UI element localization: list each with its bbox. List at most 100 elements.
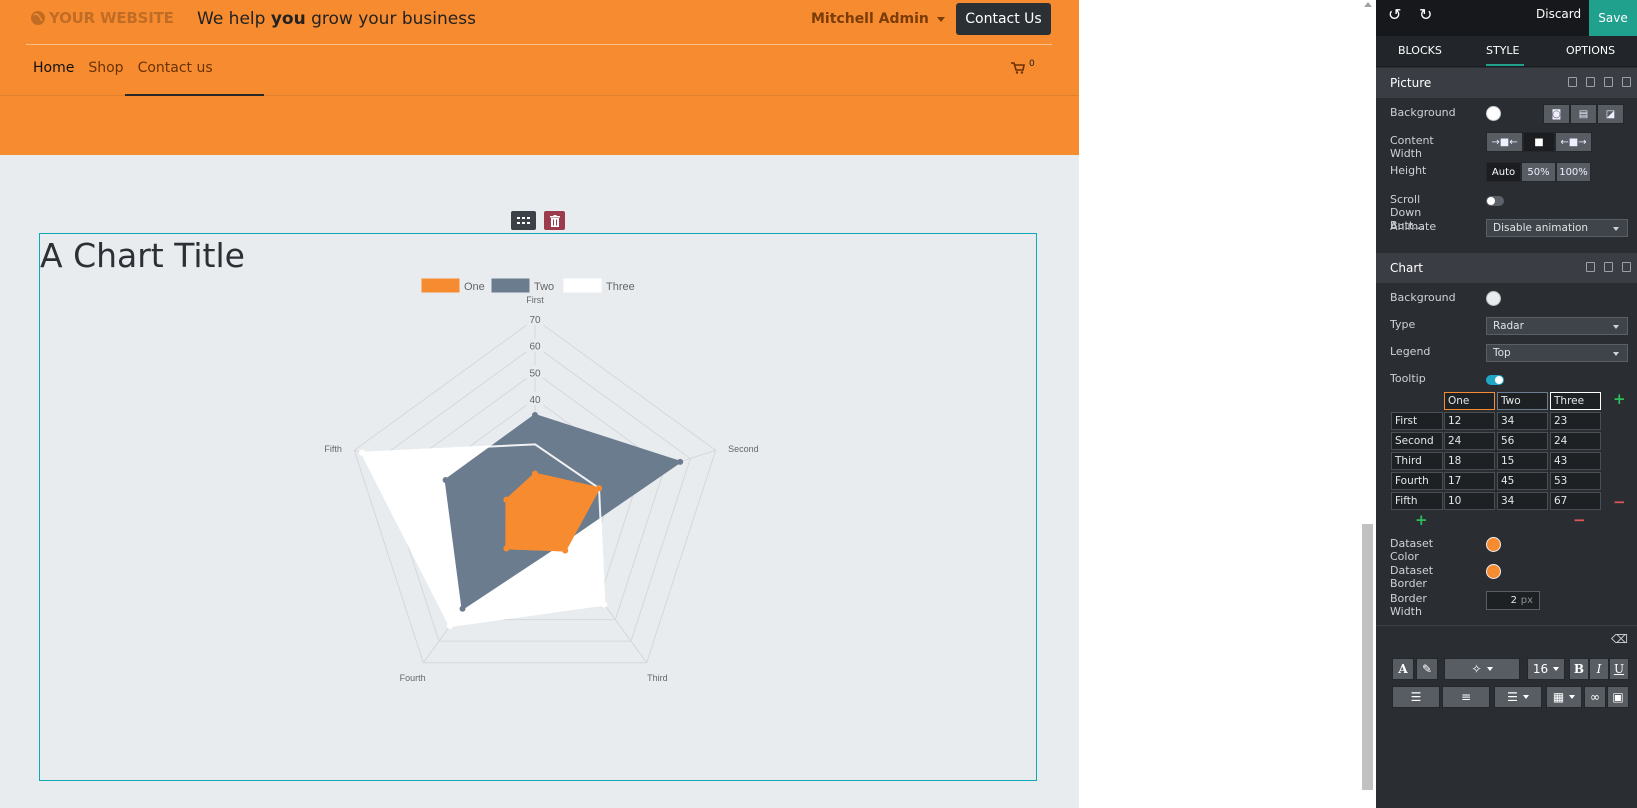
- save-button[interactable]: Save: [1589, 0, 1637, 36]
- bold-button[interactable]: B: [1569, 658, 1589, 680]
- table-cell[interactable]: 17: [1444, 472, 1495, 490]
- narrow-width-button[interactable]: →■←: [1486, 132, 1523, 152]
- table-cell[interactable]: 53: [1550, 472, 1601, 490]
- film-icon[interactable]: ▤: [1570, 104, 1597, 124]
- nav-shop[interactable]: Shop: [81, 60, 130, 76]
- site-logo[interactable]: YOUR WEBSITE: [30, 9, 174, 27]
- radar-category-label: Fourth: [400, 673, 426, 683]
- save-icon[interactable]: [1586, 77, 1595, 87]
- table-row-label[interactable]: Fourth: [1391, 472, 1443, 490]
- camera-icon[interactable]: ◙: [1543, 104, 1570, 124]
- animate-select[interactable]: Disable animation: [1486, 219, 1628, 237]
- table-row-label[interactable]: First: [1391, 412, 1443, 430]
- table-icon[interactable]: ▦: [1546, 686, 1582, 708]
- legend-select[interactable]: Top: [1486, 344, 1628, 362]
- border-width-value: 2: [1510, 595, 1517, 606]
- website-canvas: YOUR WEBSITE We help you grow your busin…: [0, 0, 1079, 808]
- height-50-button[interactable]: 50%: [1521, 162, 1556, 182]
- chart-snippet[interactable]: A Chart Title 40 50 60 70 First Second Third Fo…: [39, 233, 1037, 781]
- table-cell[interactable]: 23: [1550, 412, 1601, 430]
- border-width-input[interactable]: 2 px: [1486, 591, 1540, 610]
- legend-label: Three: [606, 281, 635, 293]
- dataset-border-picker[interactable]: [1486, 564, 1501, 579]
- dataset-color-picker[interactable]: [1486, 537, 1501, 552]
- grip-icon[interactable]: [511, 211, 536, 230]
- tab-options[interactable]: OPTIONS: [1566, 44, 1615, 57]
- contact-us-button[interactable]: Contact Us: [956, 3, 1051, 35]
- chart-background-color-picker[interactable]: [1486, 291, 1501, 306]
- list-icon[interactable]: ☰: [1392, 686, 1440, 708]
- save-icon[interactable]: [1586, 262, 1595, 272]
- tab-active-indicator: [1486, 64, 1524, 66]
- add-row-button[interactable]: +: [1415, 511, 1428, 529]
- table-row-label[interactable]: Second: [1391, 432, 1443, 450]
- height-100-button[interactable]: 100%: [1556, 162, 1591, 182]
- underline-button[interactable]: U: [1609, 658, 1629, 680]
- tab-blocks[interactable]: BLOCKS: [1398, 44, 1442, 57]
- background-type-group: ◙ ▤ ◪: [1543, 104, 1624, 124]
- radar-point: [596, 485, 603, 492]
- height-auto-button[interactable]: Auto: [1486, 162, 1521, 182]
- remove-column-button[interactable]: −: [1573, 511, 1586, 529]
- link-icon[interactable]: [1568, 77, 1577, 87]
- nav-home[interactable]: Home: [26, 60, 81, 76]
- normal-width-button[interactable]: ■: [1523, 132, 1555, 152]
- table-cell[interactable]: 67: [1550, 492, 1601, 510]
- table-cell[interactable]: 43: [1550, 452, 1601, 470]
- italic-button[interactable]: I: [1589, 658, 1609, 680]
- globe-icon: [31, 11, 45, 25]
- tooltip-toggle[interactable]: [1486, 375, 1504, 385]
- user-menu[interactable]: Mitchell Admin: [811, 11, 945, 27]
- table-cell[interactable]: 12: [1444, 412, 1495, 430]
- image-icon[interactable]: ◪: [1597, 104, 1624, 124]
- trash-icon[interactable]: [544, 211, 565, 230]
- tab-style[interactable]: STYLE: [1486, 44, 1520, 57]
- trash-icon[interactable]: [1622, 262, 1631, 272]
- radar-point: [677, 458, 684, 465]
- table-row-label[interactable]: Third: [1391, 452, 1443, 470]
- table-header-cell[interactable]: One: [1444, 392, 1495, 410]
- numbered-list-icon[interactable]: ≡: [1442, 686, 1490, 708]
- type-select[interactable]: Radar: [1486, 317, 1628, 335]
- scroll-up-icon[interactable]: [1364, 2, 1372, 7]
- remove-row-button[interactable]: −: [1613, 493, 1626, 511]
- radar-point: [503, 496, 510, 503]
- scroll-thumb[interactable]: [1362, 524, 1373, 790]
- picture-background-color-picker[interactable]: [1486, 106, 1501, 121]
- page-scrollbar[interactable]: [1360, 0, 1376, 808]
- discard-button[interactable]: Discard: [1536, 7, 1581, 21]
- chart-background-label: Background: [1390, 291, 1456, 304]
- table-cell[interactable]: 34: [1497, 492, 1548, 510]
- table-header-cell[interactable]: Three: [1550, 392, 1601, 410]
- font-size-select[interactable]: 16: [1527, 658, 1565, 680]
- table-cell[interactable]: 34: [1497, 412, 1548, 430]
- table-cell[interactable]: 15: [1497, 452, 1548, 470]
- table-cell[interactable]: 24: [1444, 432, 1495, 450]
- cart-link[interactable]: 0: [1011, 59, 1035, 74]
- content-width-group: →■← ■ ←■→: [1486, 132, 1592, 152]
- copy-icon[interactable]: [1604, 262, 1613, 272]
- copy-icon[interactable]: [1604, 77, 1613, 87]
- nav-contact-us[interactable]: Contact us: [131, 60, 220, 76]
- scroll-down-toggle[interactable]: [1486, 196, 1504, 206]
- image-icon[interactable]: ▣: [1607, 686, 1629, 708]
- table-cell[interactable]: 56: [1497, 432, 1548, 450]
- undo-icon[interactable]: ↺: [1388, 5, 1401, 24]
- table-cell[interactable]: 24: [1550, 432, 1601, 450]
- table-cell[interactable]: 45: [1497, 472, 1548, 490]
- brush-icon[interactable]: ✎: [1416, 658, 1438, 680]
- trash-icon[interactable]: [1622, 77, 1631, 87]
- table-cell[interactable]: 18: [1444, 452, 1495, 470]
- eraser-icon[interactable]: ⌫: [1611, 632, 1628, 646]
- table-cell[interactable]: 10: [1444, 492, 1495, 510]
- magic-icon[interactable]: ✧: [1444, 658, 1520, 680]
- table-header-cell[interactable]: Two: [1497, 392, 1548, 410]
- font-color-button[interactable]: A: [1392, 658, 1414, 680]
- height-label: Height: [1390, 164, 1427, 177]
- full-width-button[interactable]: ←■→: [1555, 132, 1592, 152]
- add-column-button[interactable]: +: [1613, 390, 1626, 408]
- link-icon[interactable]: ∞: [1584, 686, 1606, 708]
- align-icon[interactable]: ☰: [1494, 686, 1542, 708]
- redo-icon[interactable]: ↻: [1419, 5, 1432, 24]
- table-row-label[interactable]: Fifth: [1391, 492, 1443, 510]
